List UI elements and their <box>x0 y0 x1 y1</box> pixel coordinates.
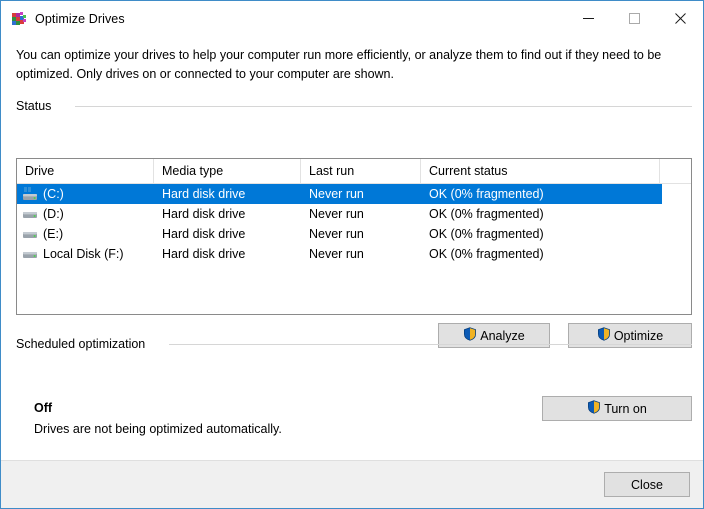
system-drive-icon <box>22 186 38 202</box>
title-bar: Optimize Drives <box>1 1 703 37</box>
column-header-media-type[interactable]: Media type <box>154 159 301 183</box>
cell-drive: (E:) <box>17 224 154 244</box>
drive-icon <box>22 246 38 262</box>
drives-list[interactable]: Drive Media type Last run Current status <box>16 158 692 315</box>
scheduled-section-header: Scheduled optimization <box>16 337 692 351</box>
cell-drive-label: Local Disk (F:) <box>43 247 124 261</box>
minimize-icon <box>582 12 594 27</box>
cell-media-type: Hard disk drive <box>162 247 246 261</box>
cell-drive: (C:) <box>17 184 154 204</box>
dialog-footer: Close <box>1 460 703 508</box>
cell-last-run: Never run <box>309 227 364 241</box>
intro-text: You can optimize your drives to help you… <box>16 48 662 81</box>
column-header-last-run[interactable]: Last run <box>301 159 421 183</box>
close-dialog-button[interactable]: Close <box>604 472 690 497</box>
cell-drive-label: (E:) <box>43 227 64 241</box>
cell-media-type: Hard disk drive <box>162 227 246 241</box>
cell-last-run: Never run <box>309 247 364 261</box>
status-section-header: Status <box>16 99 692 113</box>
close-icon <box>674 12 686 27</box>
cell-media-type: Hard disk drive <box>162 207 246 221</box>
cell-drive: (D:) <box>17 204 154 224</box>
cell-media-type: Hard disk drive <box>162 187 246 201</box>
cell-last-run: Never run <box>309 187 364 201</box>
optimize-drives-window: Optimize Drives You can optimize your dr… <box>0 0 704 509</box>
status-section-rule <box>75 105 692 107</box>
table-row[interactable]: (D:) Hard disk drive Never run OK (0% fr… <box>17 204 691 224</box>
table-row[interactable]: (C:) Hard disk drive Never run OK (0% fr… <box>17 184 662 204</box>
cell-current-status: OK (0% fragmented) <box>429 227 544 241</box>
table-row[interactable]: Local Disk (F:) Hard disk drive Never ru… <box>17 244 691 264</box>
table-row[interactable]: (E:) Hard disk drive Never run OK (0% fr… <box>17 224 691 244</box>
scheduled-section-rule <box>169 343 692 345</box>
cell-current-status: OK (0% fragmented) <box>429 207 544 221</box>
drives-list-header: Drive Media type Last run Current status <box>17 159 691 184</box>
column-header-current-status[interactable]: Current status <box>421 159 660 183</box>
drives-list-rows: (C:) Hard disk drive Never run OK (0% fr… <box>17 184 691 264</box>
dialog-body: You can optimize your drives to help you… <box>1 37 703 460</box>
close-dialog-button-label: Close <box>631 477 663 492</box>
column-header-filler <box>660 159 691 183</box>
turn-on-button-label: Turn on <box>604 401 647 416</box>
drive-icon <box>22 226 38 242</box>
cell-drive-label: (C:) <box>43 187 64 201</box>
defrag-icon <box>11 11 27 27</box>
column-header-drive[interactable]: Drive <box>17 159 154 183</box>
maximize-button[interactable] <box>611 1 657 37</box>
scheduled-section-label: Scheduled optimization <box>16 337 146 351</box>
cell-current-status: OK (0% fragmented) <box>429 247 544 261</box>
close-button[interactable] <box>657 1 703 37</box>
turn-on-button[interactable]: Turn on <box>542 396 692 421</box>
status-section-label: Status <box>16 99 52 113</box>
scheduled-description: Drives are not being optimized automatic… <box>34 422 282 436</box>
uac-shield-icon <box>587 400 601 417</box>
maximize-icon <box>628 12 640 27</box>
window-controls <box>565 1 703 37</box>
cell-drive: Local Disk (F:) <box>17 244 154 264</box>
window-title: Optimize Drives <box>35 12 125 26</box>
drive-icon <box>22 206 38 222</box>
cell-drive-label: (D:) <box>43 207 64 221</box>
cell-last-run: Never run <box>309 207 364 221</box>
minimize-button[interactable] <box>565 1 611 37</box>
scheduled-state: Off <box>34 401 53 415</box>
cell-current-status: OK (0% fragmented) <box>429 187 544 201</box>
